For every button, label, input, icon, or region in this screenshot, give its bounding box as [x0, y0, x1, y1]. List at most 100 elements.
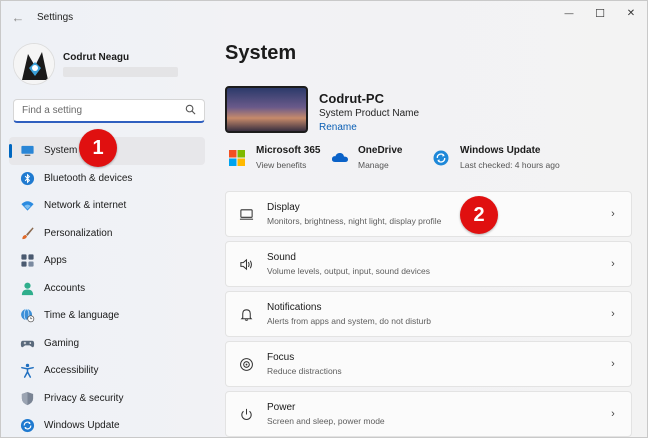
settings-card-focus[interactable]: Focus Reduce distractions ›: [225, 341, 632, 387]
sidebar-item-bluetooth[interactable]: Bluetooth & devices: [9, 165, 205, 193]
annotation-marker-2: 2: [460, 196, 498, 234]
device-wallpaper-thumbnail: [225, 86, 308, 133]
person-icon: [19, 280, 35, 296]
sidebar-item-network[interactable]: Network & internet: [9, 192, 205, 220]
windows-update-icon: [433, 150, 451, 168]
sidebar-item-accounts[interactable]: Accounts: [9, 275, 205, 303]
card-title: Notifications: [267, 302, 322, 313]
sidebar-item-label: Personalization: [44, 227, 113, 239]
sidebar-item-label: Windows Update: [44, 420, 120, 432]
quick-subtitle: Last checked: 4 hours ago: [460, 160, 560, 170]
card-text: Focus Reduce distractions: [267, 352, 603, 376]
settings-window: ← Settings — ☐ ✕ Codrut Neagu Find a set…: [0, 0, 648, 438]
sidebar-item-label: Gaming: [44, 337, 80, 349]
sidebar-item-label: Accounts: [44, 282, 86, 294]
quick-title: OneDrive: [358, 145, 403, 156]
card-subtitle: Monitors, brightness, night light, displ…: [267, 216, 442, 226]
bluetooth-icon: [19, 170, 35, 186]
sidebar-item-label: Time & language: [44, 310, 120, 322]
device-name: Codrut-PC: [319, 91, 384, 106]
onedrive-cloud-icon: [331, 150, 349, 168]
settings-card-notifications[interactable]: Notifications Alerts from apps and syste…: [225, 291, 632, 337]
minimize-icon: —: [564, 8, 574, 18]
sidebar-item-time-language[interactable]: Time & language: [9, 302, 205, 330]
sidebar-item-gaming[interactable]: Gaming: [9, 330, 205, 358]
bell-icon: [238, 306, 254, 322]
sidebar-item-label: Apps: [44, 255, 67, 267]
card-subtitle: Reduce distractions: [267, 366, 342, 376]
search-input[interactable]: [22, 105, 185, 116]
search-icon[interactable]: [185, 104, 196, 118]
update-icon: [19, 418, 35, 434]
title-bar: ← Settings — ☐ ✕: [1, 1, 647, 33]
sidebar-item-label: System: [44, 145, 78, 157]
sidebar-item-accessibility[interactable]: Accessibility: [9, 357, 205, 385]
settings-card-sound[interactable]: Sound Volume levels, output, input, soun…: [225, 241, 632, 287]
quick-text: Microsoft 365 View benefits: [256, 145, 320, 175]
user-email-redacted: [63, 67, 178, 77]
apps-icon: [19, 253, 35, 269]
gamepad-icon: [19, 335, 35, 351]
app-title: Settings: [37, 12, 74, 23]
search-box[interactable]: [13, 99, 205, 123]
sidebar-item-label: Bluetooth & devices: [44, 172, 133, 184]
quick-subtitle: View benefits: [256, 160, 307, 170]
avatar[interactable]: [13, 43, 55, 85]
maximize-icon: ☐: [595, 7, 605, 20]
page-title: System: [225, 42, 297, 64]
speaker-icon: [238, 256, 254, 272]
device-model: System Product Name: [319, 108, 420, 119]
sidebar-item-windows-update[interactable]: Windows Update: [9, 412, 205, 437]
power-icon: [238, 406, 254, 422]
windows-update-link[interactable]: Windows Update Last checked: 4 hours ago: [433, 145, 560, 175]
card-subtitle: Screen and sleep, power mode: [267, 416, 385, 426]
quick-title: Windows Update: [460, 145, 541, 156]
sidebar-item-label: Accessibility: [44, 365, 99, 377]
quick-text: Windows Update Last checked: 4 hours ago: [460, 145, 560, 175]
avatar-image-icon: [14, 44, 54, 84]
focus-icon: [238, 356, 254, 372]
close-icon: ✕: [626, 7, 636, 19]
card-title: Sound: [267, 252, 296, 263]
sidebar-item-label: Privacy & security: [44, 392, 124, 404]
card-title: Focus: [267, 352, 295, 363]
annotation-marker-1: 1: [79, 129, 117, 167]
card-subtitle: Alerts from apps and system, do not dist…: [267, 316, 431, 326]
onedrive-link[interactable]: OneDrive Manage: [331, 145, 402, 175]
brush-icon: [19, 225, 35, 241]
sidebar-item-privacy-security[interactable]: Privacy & security: [9, 385, 205, 413]
back-button[interactable]: ←: [9, 8, 27, 26]
chevron-right-icon: ›: [611, 308, 615, 320]
chevron-right-icon: ›: [611, 358, 615, 370]
wifi-icon: [19, 198, 35, 214]
sidebar-item-apps[interactable]: Apps: [9, 247, 205, 275]
chevron-right-icon: ›: [611, 258, 615, 270]
back-arrow-icon: ←: [11, 9, 25, 25]
sidebar-nav: System Bluetooth & devices Network & int…: [9, 137, 205, 437]
card-text: Sound Volume levels, output, input, soun…: [267, 252, 603, 276]
settings-card-power[interactable]: Power Screen and sleep, power mode ›: [225, 391, 632, 437]
chevron-right-icon: ›: [611, 208, 615, 220]
globe-clock-icon: [19, 308, 35, 324]
settings-card-display[interactable]: Display Monitors, brightness, night ligh…: [225, 191, 632, 237]
microsoft-365-link[interactable]: Microsoft 365 View benefits: [229, 145, 320, 175]
close-button[interactable]: ✕: [615, 1, 647, 25]
sidebar-item-personalization[interactable]: Personalization: [9, 220, 205, 248]
user-name: Codrut Neagu: [63, 52, 130, 63]
card-text: Power Screen and sleep, power mode: [267, 402, 603, 426]
card-title: Display: [267, 202, 300, 213]
quick-subtitle: Manage: [358, 160, 389, 170]
minimize-button[interactable]: —: [553, 1, 585, 25]
card-text: Notifications Alerts from apps and syste…: [267, 302, 603, 326]
accessibility-icon: [19, 363, 35, 379]
display-icon: [238, 206, 254, 222]
card-title: Power: [267, 402, 296, 413]
rename-link[interactable]: Rename: [319, 122, 357, 133]
chevron-right-icon: ›: [611, 408, 615, 420]
maximize-button[interactable]: ☐: [584, 1, 616, 25]
monitor-icon: [19, 143, 35, 159]
shield-icon: [19, 390, 35, 406]
card-subtitle: Volume levels, output, input, sound devi…: [267, 266, 431, 276]
sidebar-item-label: Network & internet: [44, 200, 127, 212]
quick-title: Microsoft 365: [256, 145, 321, 156]
